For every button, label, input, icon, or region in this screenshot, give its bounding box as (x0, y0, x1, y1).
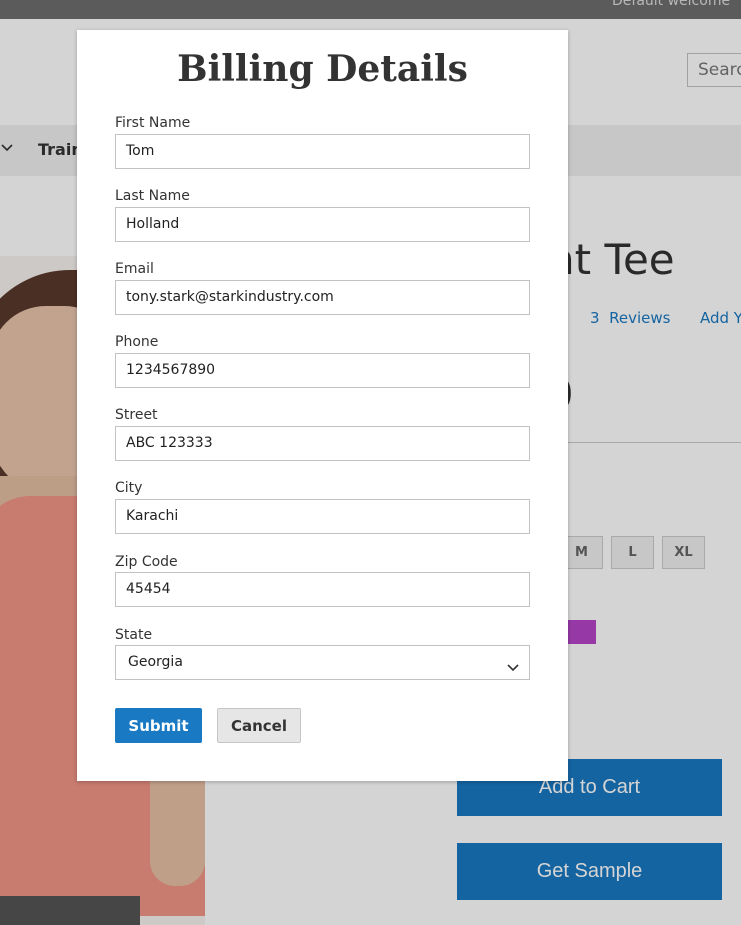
city-field[interactable]: Karachi (115, 499, 530, 534)
zip-code-field[interactable]: 45454 (115, 572, 530, 607)
last-name-field[interactable]: Holland (115, 207, 530, 242)
last-name-label: Last Name (115, 188, 190, 204)
email-label: Email (115, 261, 154, 277)
phone-label: Phone (115, 334, 159, 350)
state-select[interactable]: Georgia (115, 645, 530, 680)
billing-details-modal: Billing Details First Name Tom Last Name… (77, 30, 568, 781)
cancel-button[interactable]: Cancel (217, 708, 301, 743)
phone-field[interactable]: 1234567890 (115, 353, 530, 388)
zip-code-label: Zip Code (115, 554, 178, 570)
email-field[interactable]: tony.stark@starkindustry.com (115, 280, 530, 315)
modal-title: Billing Details (177, 48, 468, 90)
city-label: City (115, 480, 143, 496)
chevron-down-icon (506, 658, 520, 672)
first-name-label: First Name (115, 115, 191, 131)
state-select-value: Georgia (128, 654, 183, 670)
state-label: State (115, 627, 153, 643)
first-name-field[interactable]: Tom (115, 134, 530, 169)
street-label: Street (115, 407, 158, 423)
street-field[interactable]: ABC 123333 (115, 426, 530, 461)
submit-button[interactable]: Submit (115, 708, 202, 743)
